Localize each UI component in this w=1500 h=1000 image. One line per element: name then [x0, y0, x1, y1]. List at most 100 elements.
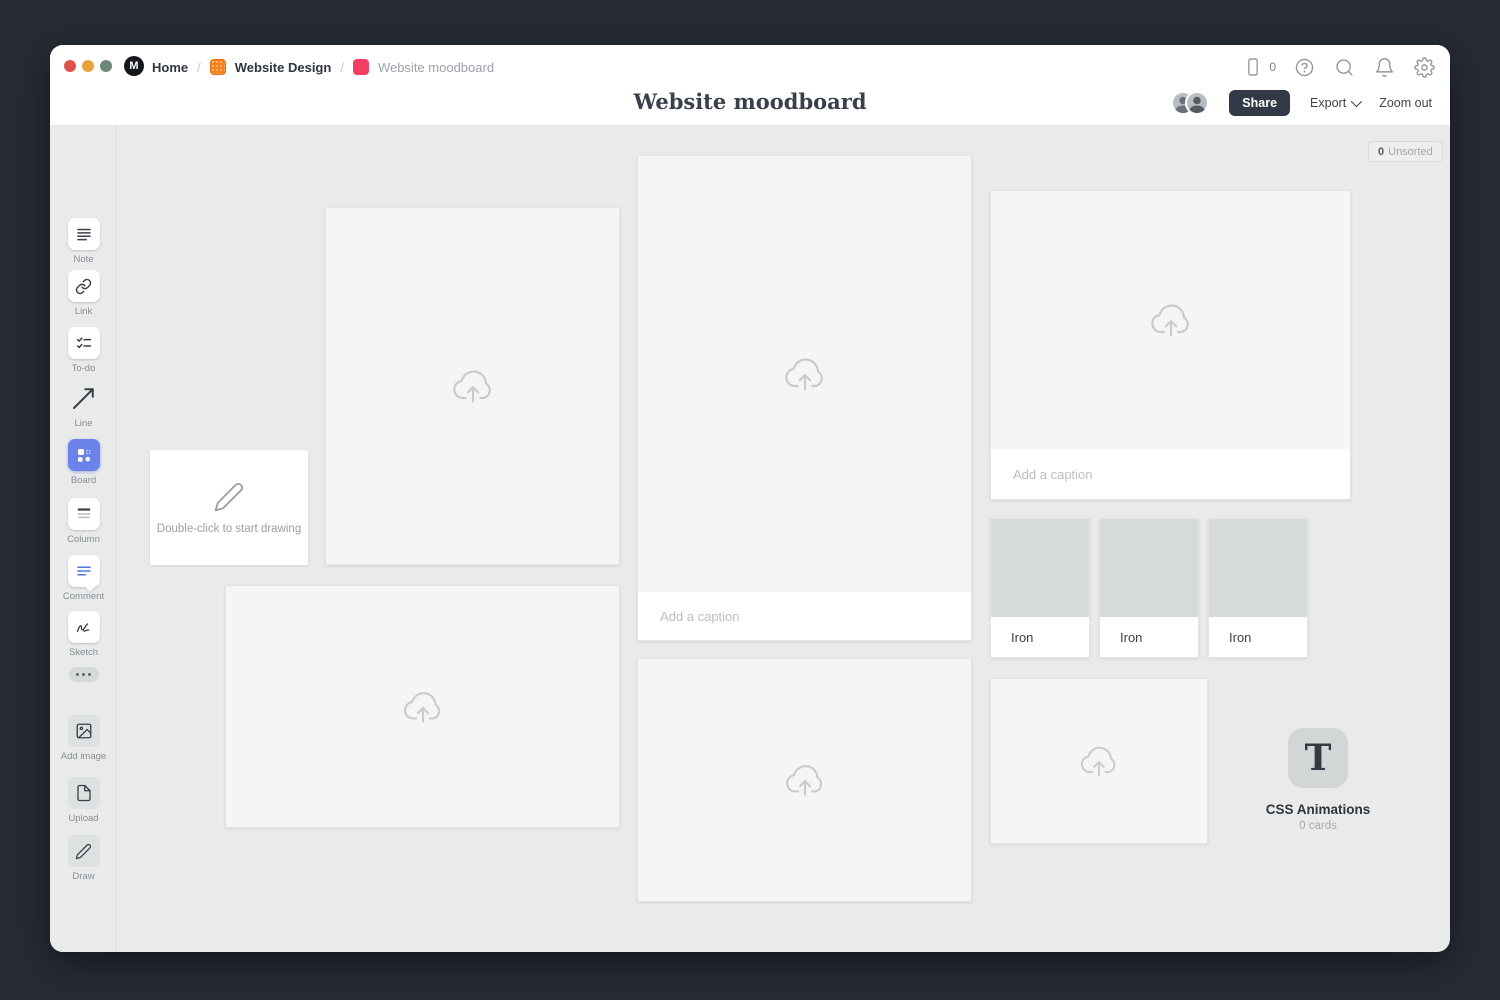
image-caption: Iron	[991, 617, 1089, 657]
tool-label: Line	[75, 418, 93, 429]
tool-label: Sketch	[69, 647, 98, 658]
tool-label: Add image	[61, 751, 106, 762]
image-thumbnail	[991, 519, 1089, 619]
comment-tail	[84, 580, 95, 591]
board-card-css-animations[interactable]: T CSS Animations 0 cards	[1238, 728, 1398, 832]
drawing-prompt: Double-click to start drawing	[157, 523, 301, 535]
zoom-out-button[interactable]: Zoom out	[1379, 96, 1432, 110]
search-icon	[1334, 57, 1355, 78]
cloud-upload-icon	[400, 684, 446, 730]
header-actions: Share Export Zoom out	[1171, 90, 1432, 116]
board-canvas[interactable]: 0 Unsorted Double-click to start drawing	[117, 125, 1450, 952]
share-button[interactable]: Share	[1229, 90, 1290, 116]
comment-icon	[75, 562, 93, 580]
settings-button[interactable]	[1412, 55, 1436, 79]
arrow-line-icon	[69, 383, 99, 413]
breadcrumb: Home / Website Design / Website moodboar…	[152, 59, 494, 75]
project-board-icon	[210, 59, 226, 75]
caption-input[interactable]: Add a caption	[638, 592, 971, 640]
caption-input[interactable]: Add a caption	[991, 449, 1350, 499]
export-dropdown[interactable]: Export	[1310, 96, 1359, 110]
tool-board[interactable]: Board	[50, 439, 117, 486]
upload-card-with-caption[interactable]: Add a caption	[990, 190, 1351, 500]
breadcrumb-separator: /	[340, 60, 344, 75]
pencil-icon	[213, 481, 245, 513]
tool-label: Comment	[63, 591, 104, 602]
current-board-icon	[353, 59, 369, 75]
tool-sidebar: Note Link To-do Line	[50, 125, 117, 952]
sketch-icon	[74, 618, 93, 637]
cloud-upload-icon	[781, 350, 829, 398]
tool-note[interactable]: Note	[50, 218, 117, 265]
phone-icon	[1243, 57, 1263, 77]
app-window: M Home / Website Design / Website moodbo…	[50, 45, 1450, 952]
upload-file-icon	[75, 784, 93, 802]
tool-label: Column	[67, 534, 100, 545]
upload-placeholder-card[interactable]	[225, 585, 620, 828]
tool-label: Note	[73, 254, 93, 265]
avatar[interactable]	[1185, 91, 1209, 115]
breadcrumb-current[interactable]: Website moodboard	[378, 60, 494, 75]
image-card[interactable]: Iron	[1208, 518, 1308, 658]
board-thumbnail: T	[1288, 728, 1348, 788]
breadcrumb-project[interactable]: Website Design	[235, 60, 332, 75]
board-icon	[75, 446, 93, 464]
window-minimize-button[interactable]	[82, 60, 94, 72]
tool-label: Upload	[68, 813, 98, 824]
upload-card-with-caption[interactable]: Add a caption	[637, 155, 972, 641]
upload-placeholder-card[interactable]	[325, 207, 620, 565]
zoom-out-label: Zoom out	[1379, 96, 1432, 110]
tool-more[interactable]	[50, 667, 117, 682]
tool-label: Link	[75, 306, 92, 317]
board-card-count: 0 cards	[1238, 820, 1398, 832]
pencil-icon	[75, 843, 92, 860]
tool-sketch[interactable]: Sketch	[50, 611, 117, 658]
header-icons: 0	[1241, 55, 1436, 79]
tool-todo[interactable]: To-do	[50, 327, 117, 374]
tool-line[interactable]: Line	[50, 382, 117, 429]
cloud-upload-icon	[1077, 739, 1121, 783]
tool-label: To-do	[72, 363, 96, 374]
todo-icon	[75, 334, 93, 352]
milanote-logo[interactable]: M	[124, 56, 144, 76]
window-close-button[interactable]	[64, 60, 76, 72]
notifications-button[interactable]	[1372, 55, 1396, 79]
tool-add-image[interactable]: Add image	[50, 715, 117, 762]
unsorted-badge[interactable]: 0 Unsorted	[1368, 141, 1443, 162]
board-card-title: CSS Animations	[1238, 802, 1398, 817]
tool-label: Draw	[72, 871, 94, 882]
person-icon	[1187, 93, 1207, 113]
more-dots-icon	[69, 667, 99, 682]
search-button[interactable]	[1332, 55, 1356, 79]
tool-upload[interactable]: Upload	[50, 777, 117, 824]
breadcrumb-home[interactable]: Home	[152, 60, 188, 75]
help-button[interactable]	[1292, 55, 1316, 79]
breadcrumb-separator: /	[197, 60, 201, 75]
tool-column[interactable]: Column	[50, 498, 117, 545]
upload-placeholder-card[interactable]	[990, 678, 1208, 844]
unsorted-count: 0	[1378, 146, 1384, 158]
image-card[interactable]: Iron	[1099, 518, 1199, 658]
tool-draw[interactable]: Draw	[50, 835, 117, 882]
gear-icon	[1414, 57, 1435, 78]
header: M Home / Website Design / Website moodbo…	[50, 45, 1450, 125]
image-thumbnail	[1100, 519, 1198, 619]
cloud-upload-icon	[782, 757, 828, 803]
image-card[interactable]: Iron	[990, 518, 1090, 658]
tool-comment[interactable]: Comment	[50, 555, 117, 602]
cloud-upload-icon	[1147, 296, 1195, 344]
image-caption: Iron	[1100, 617, 1198, 657]
image-caption: Iron	[1209, 617, 1307, 657]
mobile-badge: 0	[1269, 60, 1276, 74]
tool-link[interactable]: Link	[50, 270, 117, 317]
tool-label: Board	[71, 475, 96, 486]
upload-placeholder-card[interactable]	[637, 658, 972, 902]
drawing-card[interactable]: Double-click to start drawing	[150, 450, 308, 565]
export-label: Export	[1310, 96, 1346, 110]
mobile-app-button[interactable]	[1241, 55, 1265, 79]
collaborator-avatars	[1171, 91, 1209, 115]
chevron-down-icon	[1351, 96, 1362, 107]
window-zoom-button[interactable]	[100, 60, 112, 72]
note-icon	[75, 225, 93, 243]
column-icon	[75, 505, 93, 523]
